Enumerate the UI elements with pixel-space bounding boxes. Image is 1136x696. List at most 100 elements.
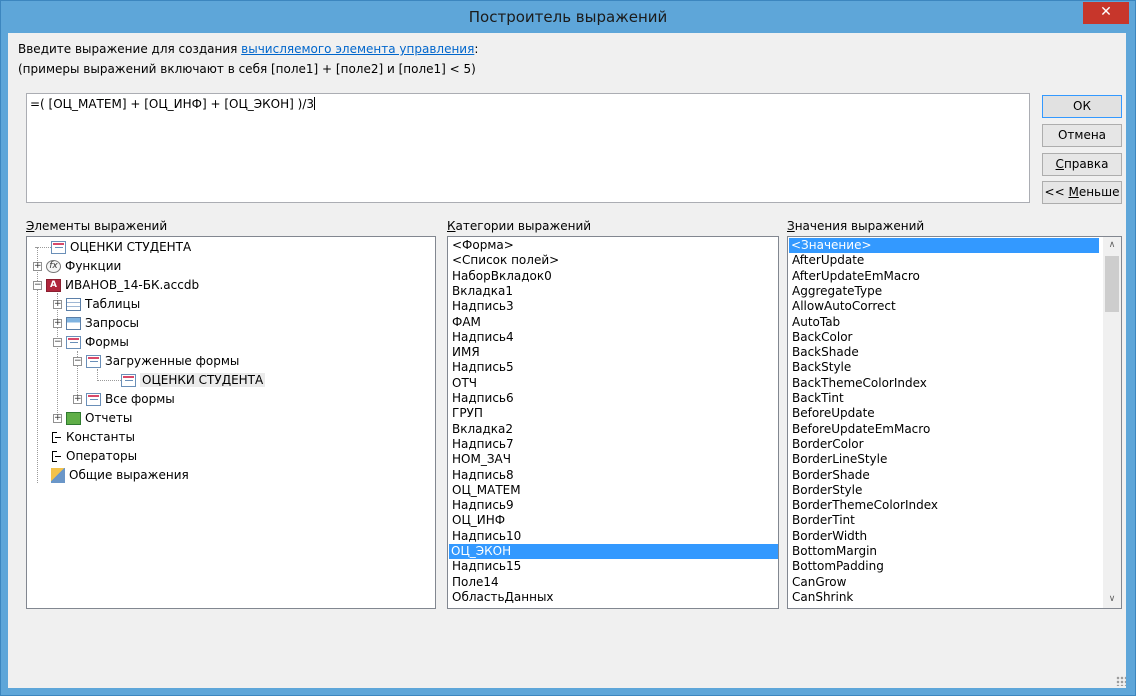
value-list-item[interactable]: BorderStyle — [790, 483, 862, 498]
category-list-item[interactable]: ОТЧ — [450, 376, 477, 391]
value-list-item[interactable]: BackColor — [790, 330, 852, 345]
expand-icon[interactable]: + — [53, 299, 62, 309]
value-list-item[interactable]: AggregateType — [790, 284, 882, 299]
tree-item-label: Все формы — [105, 392, 175, 406]
expression-values-list[interactable]: CanShrink CanGrow BottomPadding BottomMargi… — [787, 236, 1122, 609]
expression-categories-list[interactable]: ОбластьДанных Поле14 Надпись15 ОЦ_ЭКОН Надпи… — [447, 236, 779, 609]
category-list-item[interactable]: НОМ_ЗАЧ — [450, 452, 511, 467]
expand-icon[interactable]: + — [53, 413, 62, 423]
category-list-item[interactable]: ОЦ_МАТЕМ — [450, 483, 521, 498]
tree-item-queries[interactable]: + Запросы — [53, 314, 139, 332]
category-list-item[interactable]: ОЦ_ЭКОН — [449, 544, 778, 559]
tree-item-operators[interactable]: Операторы — [51, 447, 137, 465]
operators-icon — [51, 448, 62, 464]
category-list-item[interactable]: Надпись5 — [450, 360, 514, 375]
less-label: еньше — [1078, 185, 1120, 199]
tree-item-common-expressions[interactable]: Общие выражения — [51, 466, 189, 484]
tree-line — [97, 379, 121, 381]
value-list-item[interactable]: BackThemeColorIndex — [790, 376, 927, 391]
value-list-item[interactable]: CanGrow — [790, 575, 846, 590]
tree-item-database[interactable]: − A ИВАНОВ_14-БК.accdb — [33, 276, 199, 294]
scroll-thumb[interactable] — [1105, 256, 1119, 312]
scroll-up-icon[interactable]: ∧ — [1103, 237, 1121, 254]
tree-item-forms[interactable]: − Формы — [53, 333, 129, 351]
close-button[interactable]: ✕ — [1083, 2, 1129, 24]
values-label: Значения выражений — [787, 219, 924, 233]
value-list-item[interactable]: BeforeUpdate — [790, 406, 875, 421]
value-list-item[interactable]: <Значение> — [789, 238, 1099, 253]
value-list-item[interactable]: BeforeUpdateEmMacro — [790, 422, 930, 437]
value-list-item[interactable]: BorderTint — [790, 513, 855, 528]
value-list-item[interactable]: BackShade — [790, 345, 859, 360]
category-list-item[interactable]: <Форма> — [450, 238, 514, 253]
expression-input[interactable]: =( [ОЦ_МАТЕМ] + [ОЦ_ИНФ] + [ОЦ_ЭКОН] )/3 — [26, 93, 1030, 203]
category-list-item[interactable]: Надпись6 — [450, 391, 514, 406]
tree-item-label: Запросы — [85, 316, 139, 330]
value-list-item[interactable]: BorderLineStyle — [790, 452, 887, 467]
less-button[interactable]: << Меньше — [1042, 181, 1122, 204]
value-list-item[interactable]: AllowAutoCorrect — [790, 299, 896, 314]
category-list-item[interactable]: Надпись15 — [450, 559, 521, 574]
form-icon — [121, 373, 136, 387]
elements-label-text: лементы выражений — [34, 219, 168, 233]
values-scrollbar[interactable]: ∧ ∨ — [1103, 237, 1121, 608]
ok-button[interactable]: ОК — [1042, 95, 1122, 118]
category-list-item[interactable]: НаборВкладок0 — [450, 269, 552, 284]
help-button[interactable]: Справка — [1042, 153, 1122, 176]
tree-item-current-form[interactable]: ОЦЕНКИ СТУДЕНТА — [35, 238, 191, 256]
category-list-item[interactable]: ОбластьДанных — [450, 590, 554, 605]
tree-item-constants[interactable]: Константы — [51, 428, 135, 446]
tree-item-student-grades-form[interactable]: ОЦЕНКИ СТУДЕНТА — [97, 371, 266, 389]
category-list-item[interactable]: Надпись7 — [450, 437, 514, 452]
category-list-item[interactable]: ГРУП — [450, 406, 483, 421]
category-list-item[interactable]: Надпись4 — [450, 330, 514, 345]
expand-icon[interactable]: + — [53, 318, 62, 328]
title-bar[interactable]: Построитель выражений ✕ — [1, 1, 1135, 34]
value-list-item[interactable]: BottomMargin — [790, 544, 877, 559]
category-list-item[interactable]: Вкладка2 — [450, 422, 513, 437]
scroll-down-icon[interactable]: ∨ — [1103, 591, 1121, 608]
tree-item-reports[interactable]: + Отчеты — [53, 409, 132, 427]
values-mnemonic: З — [787, 219, 795, 233]
expand-icon[interactable]: + — [33, 261, 42, 271]
value-list-item[interactable]: AfterUpdateEmMacro — [790, 269, 920, 284]
expression-elements-tree[interactable]: ОЦЕНКИ СТУДЕНТА + fx Функции − A ИВАНОВ_… — [26, 236, 436, 609]
common-expressions-icon — [51, 467, 65, 483]
form-icon — [51, 240, 66, 254]
category-list-item[interactable]: ИМЯ — [450, 345, 480, 360]
collapse-icon[interactable]: − — [73, 356, 82, 366]
categories-mnemonic: К — [447, 219, 456, 233]
examples-hint: (примеры выражений включают в себя [поле… — [18, 62, 476, 76]
collapse-icon[interactable]: − — [33, 280, 42, 290]
value-list-item[interactable]: BorderShade — [790, 468, 870, 483]
values-label-text: начения выражений — [794, 219, 925, 233]
value-list-item[interactable]: CanShrink — [790, 590, 853, 605]
calculated-control-link[interactable]: вычисляемого элемента управления — [241, 42, 474, 56]
value-list-item[interactable]: BorderColor — [790, 437, 864, 452]
category-list-item[interactable]: Надпись3 — [450, 299, 514, 314]
resize-grip-icon[interactable] — [1116, 676, 1126, 686]
constants-icon — [51, 429, 62, 445]
category-list-item[interactable]: Поле14 — [450, 575, 499, 590]
value-list-item[interactable]: BackStyle — [790, 360, 851, 375]
category-list-item[interactable]: Надпись10 — [450, 529, 521, 544]
category-list-item[interactable]: ФАМ — [450, 315, 481, 330]
category-list-item[interactable]: ОЦ_ИНФ — [450, 513, 505, 528]
value-list-item[interactable]: BottomPadding — [790, 559, 884, 574]
tree-item-all-forms[interactable]: + Все формы — [73, 390, 175, 408]
category-list-item[interactable]: Вкладка1 — [450, 284, 513, 299]
value-list-item[interactable]: BackTint — [790, 391, 844, 406]
value-list-item[interactable]: AutoTab — [790, 315, 840, 330]
collapse-icon[interactable]: − — [53, 337, 62, 347]
tree-item-loaded-forms[interactable]: − Загруженные формы — [73, 352, 239, 370]
category-list-item[interactable]: <Список полей> — [450, 253, 559, 268]
cancel-button[interactable]: Отмена — [1042, 124, 1122, 147]
category-list-item[interactable]: Надпись8 — [450, 468, 514, 483]
tree-item-tables[interactable]: + Таблицы — [53, 295, 140, 313]
expand-icon[interactable]: + — [73, 394, 82, 404]
value-list-item[interactable]: BorderThemeColorIndex — [790, 498, 938, 513]
value-list-item[interactable]: AfterUpdate — [790, 253, 864, 268]
tree-item-functions[interactable]: + fx Функции — [33, 257, 121, 275]
category-list-item[interactable]: Надпись9 — [450, 498, 514, 513]
value-list-item[interactable]: BorderWidth — [790, 529, 867, 544]
